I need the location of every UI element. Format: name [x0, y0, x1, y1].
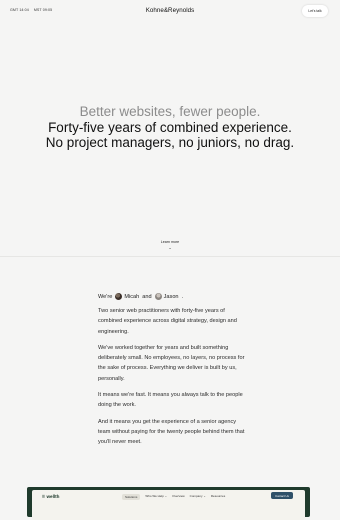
preview-nav: Solutions Who We Help ⌄ Overview Company…: [122, 494, 225, 500]
learn-more-label: Learn more: [160, 240, 180, 244]
about-paragraph: It means we're fast. It means you always…: [98, 392, 243, 409]
avatar: [115, 293, 123, 300]
preview-nav-item: Solutions: [122, 494, 141, 500]
chevron-down-icon: ⌄: [168, 245, 172, 250]
about-section: We're Micah and Jason . Two senior web p…: [98, 293, 246, 454]
top-bar: GMT 14:04 MST 09:05 Kohne&Reynolds Let's…: [0, 0, 340, 22]
person-name: Jason: [163, 293, 179, 300]
hero-lead: Better websites, fewer people.: [79, 104, 261, 119]
section-divider: [0, 256, 340, 257]
preview-site-header: ⠿ wellth Solutions Who We Help ⌄ Overvie…: [32, 490, 305, 520]
about-paragraph: Two senior web practitioners with forty-…: [98, 308, 237, 335]
were-prefix: We're: [98, 293, 113, 300]
person-micah[interactable]: Micah: [115, 293, 139, 300]
preview-contact-button: Contact Us: [271, 492, 293, 499]
hero-line-2: No project managers, no juniors, no drag…: [45, 135, 295, 150]
preview-nav-item: Overview: [172, 494, 185, 498]
preview-logo: ⠿ wellth: [42, 494, 59, 499]
preview-logo-text: wellth: [46, 494, 60, 499]
hero-line-1: Forty-five years of combined experience.: [48, 119, 292, 135]
preview-nav-item: Company ⌄: [189, 494, 206, 498]
learn-more-link[interactable]: Learn more ⌄: [0, 240, 340, 250]
about-paragraph: We've worked together for years and buil…: [98, 344, 245, 382]
preview-nav-item: Resources: [210, 494, 226, 498]
person-jason[interactable]: Jason: [154, 293, 179, 300]
period: .: [181, 293, 184, 300]
hero-section: Better websites, fewer people. Forty-fiv…: [0, 104, 340, 151]
brand-logo[interactable]: Kohne&Reynolds: [0, 7, 340, 14]
and-word: and: [142, 293, 152, 300]
were-intro: We're Micah and Jason .: [98, 293, 246, 300]
person-name: Micah: [124, 293, 140, 300]
logo-dots-icon: ⠿: [42, 494, 45, 499]
project-preview[interactable]: ⠿ wellth Solutions Who We Help ⌄ Overvie…: [27, 487, 310, 520]
lets-talk-button[interactable]: Let's talk: [302, 5, 328, 17]
preview-nav-item: Who We Help ⌄: [145, 494, 168, 498]
about-paragraph: And it means you get the experience of a…: [98, 418, 245, 446]
avatar: [154, 293, 162, 300]
